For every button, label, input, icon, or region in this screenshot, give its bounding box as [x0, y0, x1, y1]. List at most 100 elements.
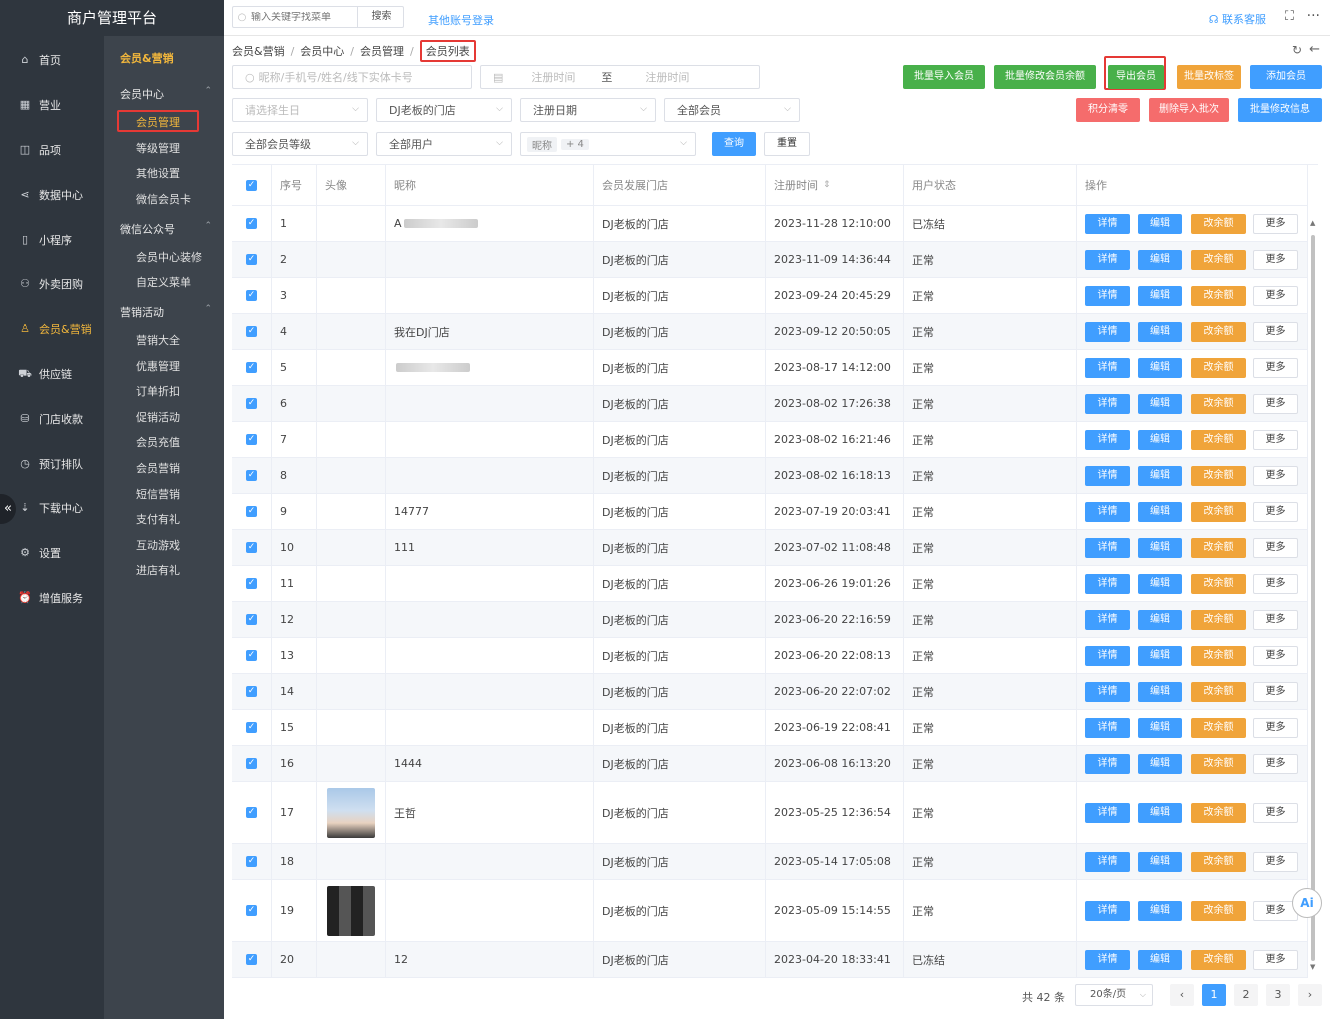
row-checkbox[interactable]: ✓	[246, 650, 257, 661]
more-button[interactable]: 更多	[1253, 852, 1298, 872]
next-page-button[interactable]: ›	[1298, 984, 1322, 1006]
edit-button[interactable]: 编辑	[1138, 250, 1182, 270]
edit-balance-button[interactable]: 改余额	[1191, 538, 1246, 558]
detail-button[interactable]: 详情	[1085, 803, 1130, 823]
select-all-checkbox[interactable]: ✓	[246, 179, 257, 191]
table-scrollbar[interactable]: ▲ ▼	[1310, 177, 1316, 972]
row-checkbox[interactable]: ✓	[246, 578, 257, 589]
back-arrow-icon[interactable]: ←	[1309, 42, 1320, 57]
detail-button[interactable]: 详情	[1085, 358, 1130, 378]
header-cell[interactable]: ✓	[232, 165, 272, 205]
nav-item-3[interactable]: ◫ 品项	[0, 140, 104, 160]
edit-button[interactable]: 编辑	[1138, 466, 1182, 486]
detail-button[interactable]: 详情	[1085, 718, 1130, 738]
nav-item-12[interactable]: ⚙ 设置	[0, 543, 104, 563]
detail-button[interactable]: 详情	[1085, 950, 1130, 970]
sub-nav-item[interactable]: 会员中心装修	[104, 249, 224, 265]
sub-nav-item[interactable]: 自定义菜单	[104, 274, 224, 290]
edit-button[interactable]: 编辑	[1138, 682, 1182, 702]
scroll-up-icon[interactable]: ▲	[1310, 219, 1315, 227]
sub-nav-item[interactable]: 订单折扣	[104, 383, 224, 399]
menu-search-input[interactable]	[251, 11, 351, 23]
row-checkbox[interactable]: ✓	[246, 686, 257, 697]
sub-nav-item[interactable]: 促销活动	[104, 409, 224, 425]
fullscreen-icon[interactable]: ⛶	[1285, 9, 1294, 24]
nav-item-8[interactable]: ⛟ 供应链	[0, 364, 104, 384]
edit-button[interactable]: 编辑	[1138, 646, 1182, 666]
batch-balance-button[interactable]: 批量修改会员余额	[994, 65, 1096, 89]
edit-balance-button[interactable]: 改余额	[1191, 803, 1246, 823]
nav-item-5[interactable]: ▯ 小程序	[0, 230, 104, 250]
register-date-type-select[interactable]: 注册日期 ⌵	[520, 98, 656, 122]
page-3-button[interactable]: 3	[1266, 984, 1290, 1006]
tag-multi-select[interactable]: 昵称 + 4 ⌵	[520, 132, 696, 156]
edit-balance-button[interactable]: 改余额	[1191, 502, 1246, 522]
edit-balance-button[interactable]: 改余额	[1191, 358, 1246, 378]
row-checkbox[interactable]: ✓	[246, 434, 257, 445]
more-button[interactable]: 更多	[1253, 682, 1298, 702]
detail-button[interactable]: 详情	[1085, 682, 1130, 702]
edit-button[interactable]: 编辑	[1138, 852, 1182, 872]
detail-button[interactable]: 详情	[1085, 250, 1130, 270]
sub-nav-item[interactable]: 优惠管理	[104, 358, 224, 374]
detail-button[interactable]: 详情	[1085, 466, 1130, 486]
keyword-search-input[interactable]: ○ 昵称/手机号/姓名/线下实体卡号	[232, 65, 472, 89]
detail-button[interactable]: 详情	[1085, 394, 1130, 414]
row-checkbox[interactable]: ✓	[246, 362, 257, 373]
edit-button[interactable]: 编辑	[1138, 430, 1182, 450]
member-type-select[interactable]: 全部会员 ⌵	[664, 98, 800, 122]
more-button[interactable]: 更多	[1253, 646, 1298, 666]
contact-support-link[interactable]: ☊ 联系客服	[1209, 11, 1266, 27]
nav-item-1[interactable]: ⌂ 首页	[0, 50, 104, 70]
edit-balance-button[interactable]: 改余额	[1191, 852, 1246, 872]
sub-nav-item[interactable]: 会员充值	[104, 434, 224, 450]
sub-nav-item[interactable]: 会员营销	[104, 460, 224, 476]
page-2-button[interactable]: 2	[1234, 984, 1258, 1006]
nav-group-2[interactable]: 微信公众号 ⌃	[104, 221, 224, 237]
more-button[interactable]: 更多	[1253, 803, 1298, 823]
more-button[interactable]: 更多	[1253, 538, 1298, 558]
edit-button[interactable]: 编辑	[1138, 574, 1182, 594]
edit-balance-button[interactable]: 改余额	[1191, 718, 1246, 738]
member-level-select[interactable]: 全部会员等级 ⌵	[232, 132, 368, 156]
nav-item-9[interactable]: ⛁ 门店收款	[0, 409, 104, 429]
other-account-login-link[interactable]: 其他账号登录	[428, 12, 494, 28]
prev-page-button[interactable]: ‹	[1170, 984, 1194, 1006]
detail-button[interactable]: 详情	[1085, 610, 1130, 630]
more-button[interactable]: 更多	[1253, 322, 1298, 342]
detail-button[interactable]: 详情	[1085, 852, 1130, 872]
edit-button[interactable]: 编辑	[1138, 214, 1182, 234]
store-select[interactable]: DJ老板的门店 ⌵	[376, 98, 512, 122]
sub-nav-item[interactable]: 互动游戏	[104, 537, 224, 553]
edit-button[interactable]: 编辑	[1138, 502, 1182, 522]
sub-nav-item[interactable]: 微信会员卡	[104, 191, 224, 207]
more-button[interactable]: 更多	[1253, 394, 1298, 414]
detail-button[interactable]: 详情	[1085, 322, 1130, 342]
nav-item-7[interactable]: ♙ 会员&营销	[0, 319, 104, 339]
ai-assistant-icon[interactable]: Ai	[1292, 888, 1322, 918]
more-button[interactable]: 更多	[1253, 610, 1298, 630]
more-button[interactable]: 更多	[1253, 286, 1298, 306]
edit-button[interactable]: 编辑	[1138, 358, 1182, 378]
menu-search-button[interactable]: 搜索	[357, 7, 405, 27]
row-checkbox[interactable]: ✓	[246, 856, 257, 867]
edit-button[interactable]: 编辑	[1138, 322, 1182, 342]
detail-button[interactable]: 详情	[1085, 214, 1130, 234]
sub-nav-item[interactable]: 其他设置	[104, 165, 224, 181]
row-checkbox[interactable]: ✓	[246, 954, 257, 965]
detail-button[interactable]: 详情	[1085, 574, 1130, 594]
edit-button[interactable]: 编辑	[1138, 610, 1182, 630]
sub-nav-item[interactable]: 营销大全	[104, 332, 224, 348]
row-checkbox[interactable]: ✓	[246, 218, 257, 229]
edit-balance-button[interactable]: 改余额	[1191, 214, 1246, 234]
detail-button[interactable]: 详情	[1085, 538, 1130, 558]
export-members-button[interactable]: 导出会员	[1108, 65, 1164, 89]
user-type-select[interactable]: 全部用户 ⌵	[376, 132, 512, 156]
edit-button[interactable]: 编辑	[1138, 286, 1182, 306]
sort-icon[interactable]: ⇕	[823, 180, 831, 190]
batch-import-button[interactable]: 批量导入会员	[903, 65, 985, 89]
register-date-range[interactable]: ▤ 注册时间 至 注册时间	[480, 65, 760, 89]
birthday-select[interactable]: 请选择生日 ⌵	[232, 98, 368, 122]
more-button[interactable]: 更多	[1253, 430, 1298, 450]
scroll-thumb[interactable]	[1311, 235, 1315, 961]
